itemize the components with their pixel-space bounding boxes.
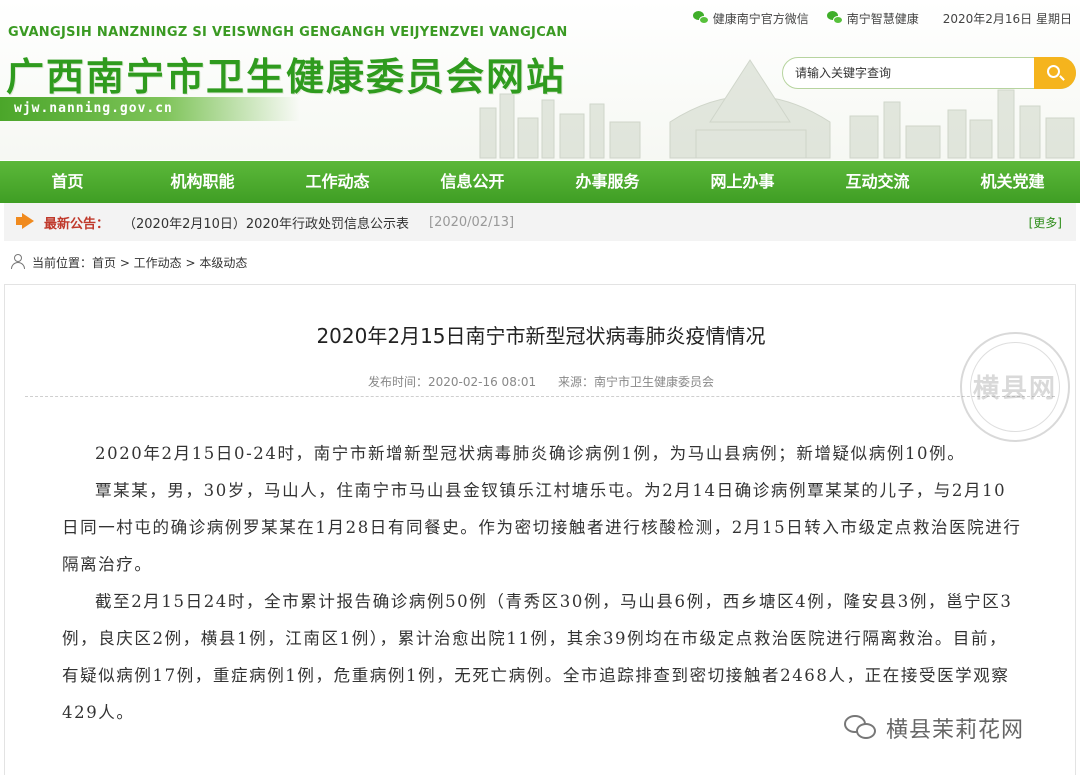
main-nav: 首页 机构职能 工作动态 信息公开 办事服务 网上办事 互动交流 机关党建: [0, 161, 1080, 203]
nav-online-affairs[interactable]: 网上办事: [675, 161, 810, 203]
notice-date: [2020/02/13]: [429, 214, 515, 230]
notice-link[interactable]: （2020年2月10日）2020年行政处罚信息公示表: [123, 213, 409, 232]
site-title: 广西南宁市卫生健康委员会网站: [6, 55, 567, 99]
breadcrumb-text: 当前位置：首页 > 工作动态 > 本级动态: [32, 255, 248, 270]
wechat-link-official[interactable]: 健康南宁官方微信: [692, 10, 809, 27]
article-paragraph: 截至2月15日24时，全市累计报告确诊病例50例（青秀区30例，马山县6例，西乡…: [62, 592, 1013, 722]
article-paragraph: 覃某某，男，30岁，马山人，住南宁市马山县金钗镇乐江村塘乐屯。为2月14日确诊病…: [62, 481, 1022, 574]
breadcrumb: 当前位置：首页 > 工作动态 > 本级动态: [10, 252, 247, 272]
divider: [25, 396, 1055, 397]
article-panel: 2020年2月15日南宁市新型冠状病毒肺炎疫情情况 发布时间：2020-02-1…: [4, 284, 1076, 775]
nav-organization[interactable]: 机构职能: [135, 161, 270, 203]
watermark-account-name: 横县茉莉花网: [886, 718, 1025, 743]
watermark-stamp-text: 横县网: [972, 374, 1057, 404]
publish-time: 发布时间：2020-02-16 08:01: [368, 375, 537, 389]
wechat-icon: [844, 715, 878, 741]
nav-services[interactable]: 办事服务: [540, 161, 675, 203]
notice-label: 最新公告：: [44, 216, 110, 232]
smart-health-link[interactable]: 南宁智慧健康: [826, 10, 919, 27]
nav-interaction[interactable]: 互动交流: [810, 161, 945, 203]
article-title: 2020年2月15日南宁市新型冠状病毒肺炎疫情情况: [316, 324, 766, 348]
nav-info-disclosure[interactable]: 信息公开: [405, 161, 540, 203]
person-icon: [10, 254, 26, 270]
search-box: [782, 57, 1076, 89]
site-title-pinyin: GVANGJSIH NANZNINGZ SI VEISWNGH GENGANGH…: [8, 25, 568, 40]
notice-bar: 最新公告： （2020年2月10日）2020年行政处罚信息公示表 [2020/0…: [4, 203, 1076, 241]
wechat-account-watermark: 横县茉莉花网: [838, 712, 1033, 744]
article-body: 2020年2月15日0-24时，南宁市新增新型冠状病毒肺炎确诊病例1例，为马山县…: [62, 435, 1022, 731]
top-links: 健康南宁官方微信 南宁智慧健康 2020年2月16日 星期日: [692, 8, 1072, 28]
article-meta: 发布时间：2020-02-16 08:01 来源：南宁市卫生健康委员会: [5, 373, 1075, 390]
article-paragraph: 2020年2月15日0-24时，南宁市新增新型冠状病毒肺炎确诊病例1例，为马山县…: [95, 444, 966, 463]
site-header: GVANGJSIH NANZNINGZ SI VEISWNGH GENGANGH…: [0, 0, 1080, 160]
current-date: 2020年2月16日 星期日: [942, 11, 1072, 26]
article-source: 来源：南宁市卫生健康委员会: [557, 375, 714, 389]
notice-more-link[interactable]: [更多]: [1029, 214, 1062, 231]
search-input[interactable]: [795, 58, 1035, 88]
watermark-stamp: 横县网: [956, 328, 1074, 446]
wechat-icon: [826, 11, 843, 25]
nav-home[interactable]: 首页: [0, 161, 135, 203]
megaphone-icon: [16, 213, 36, 231]
wechat-link-official-label: 健康南宁官方微信: [712, 11, 809, 26]
site-url: wjw.nanning.gov.cn: [0, 97, 300, 121]
nav-work-news[interactable]: 工作动态: [270, 161, 405, 203]
wechat-icon: [692, 11, 709, 25]
search-button[interactable]: [1034, 57, 1076, 89]
nav-party-building[interactable]: 机关党建: [945, 161, 1080, 203]
smart-health-link-label: 南宁智慧健康: [846, 11, 919, 26]
